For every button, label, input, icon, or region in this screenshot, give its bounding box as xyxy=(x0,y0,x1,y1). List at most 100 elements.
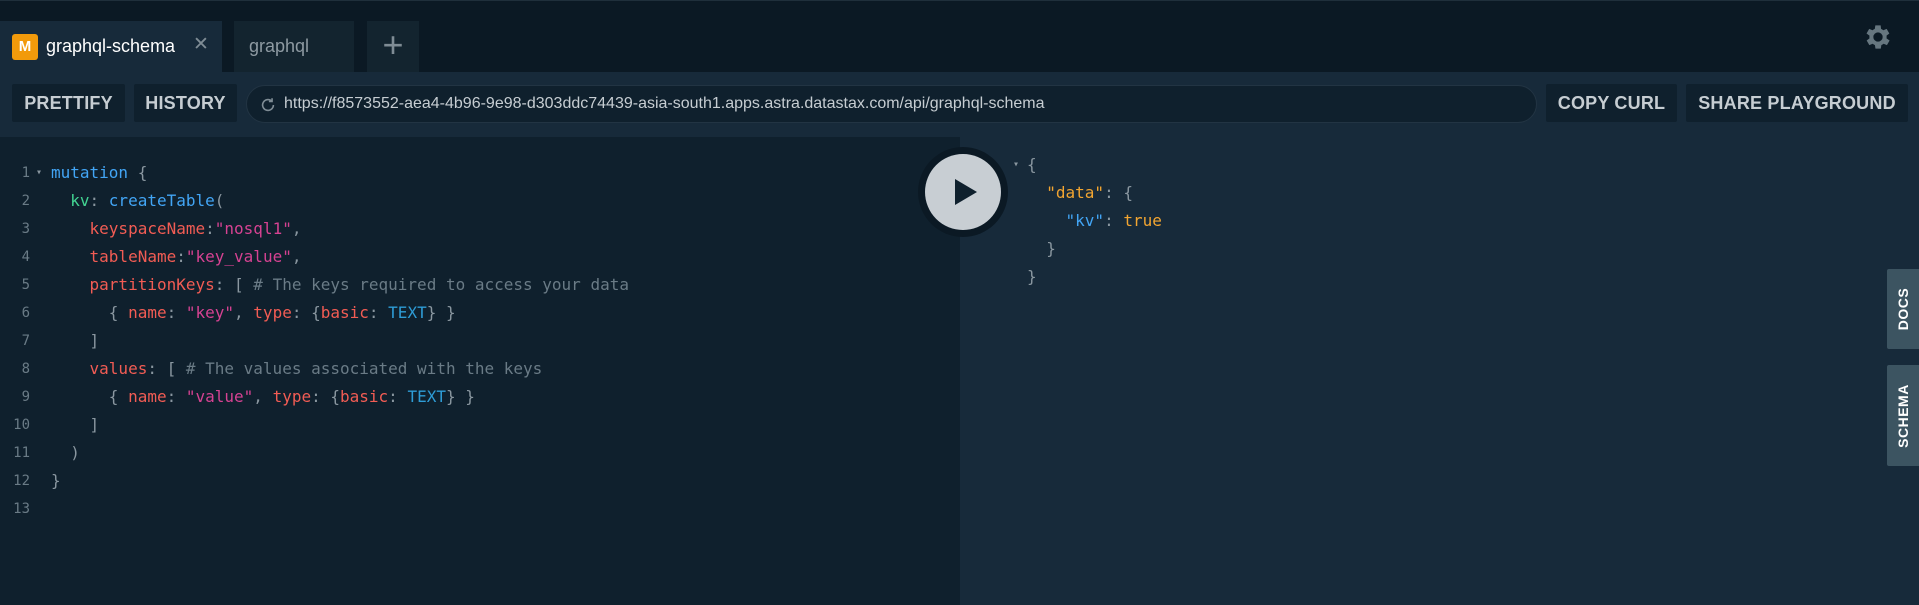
schema-tab[interactable]: SCHEMA xyxy=(1887,365,1919,466)
gear-icon[interactable] xyxy=(1862,21,1894,53)
code-token: basic xyxy=(320,303,369,322)
tab-badge: M xyxy=(12,34,38,60)
tab-graphql[interactable]: graphql xyxy=(234,21,354,73)
code-token: basic xyxy=(340,387,389,406)
code-token: values xyxy=(89,359,148,378)
code-token: : { xyxy=(311,387,340,406)
line-number: 12 xyxy=(13,473,30,489)
add-tab-button[interactable]: + xyxy=(367,21,419,73)
toolbar: PRETTIFY HISTORY https://f8573552-aea4-4… xyxy=(0,72,1919,137)
code-token: : xyxy=(388,387,408,406)
result-text: "data": { xyxy=(1027,179,1133,207)
code-token: : xyxy=(166,303,186,322)
result-text: { xyxy=(1027,151,1037,179)
line-number: 1 xyxy=(21,165,30,181)
code-token: , xyxy=(291,247,302,266)
line-number: 5 xyxy=(21,277,30,293)
code-text: tableName:"key_value", xyxy=(51,243,302,271)
code-text: partitionKeys: [ # The keys required to … xyxy=(51,271,629,299)
code-token: } xyxy=(1027,267,1037,286)
prettify-button[interactable]: PRETTIFY xyxy=(12,84,125,122)
tab-bar: M graphql-schema ✕ graphql + xyxy=(0,0,1919,73)
code-token: : xyxy=(368,303,389,322)
code-text: ] xyxy=(51,411,100,439)
code-token: : [ xyxy=(147,359,186,378)
line-number: 10 xyxy=(13,417,30,433)
docs-tab[interactable]: DOCS xyxy=(1887,269,1919,349)
line-number: 2 xyxy=(21,193,30,209)
code-token: , xyxy=(253,387,273,406)
line-number: 4 xyxy=(21,249,30,265)
line-number: 9 xyxy=(21,389,30,405)
tab-graphql-schema[interactable]: M graphql-schema ✕ xyxy=(0,21,222,73)
share-playground-button[interactable]: SHARE PLAYGROUND xyxy=(1686,84,1908,122)
code-token: ) xyxy=(51,443,80,462)
close-icon[interactable]: ✕ xyxy=(193,35,209,55)
code-token: kv xyxy=(70,191,90,210)
endpoint-url-input[interactable]: https://f8573552-aea4-4b96-9e98-d303ddc7… xyxy=(246,85,1537,123)
code-text: ) xyxy=(51,439,80,467)
code-token: # The values associated with the keys xyxy=(185,359,543,378)
line-number: 8 xyxy=(21,361,30,377)
code-token: "kv" xyxy=(1065,211,1105,230)
line-number: 13 xyxy=(13,501,30,517)
code-token: } xyxy=(51,471,61,490)
line-number: 7 xyxy=(21,333,30,349)
copy-curl-button[interactable]: COPY CURL xyxy=(1546,84,1677,122)
code-token: type xyxy=(253,303,292,322)
fold-arrow-icon[interactable]: ▾ xyxy=(1013,151,1019,179)
line-number: 3 xyxy=(21,221,30,237)
code-text: { name: "value", type: {basic: TEXT} } xyxy=(51,383,475,411)
code-token: mutation xyxy=(51,163,129,182)
result-text: } xyxy=(1027,235,1056,263)
code-text: keyspaceName:"nosql1", xyxy=(51,215,302,243)
code-token: "value" xyxy=(185,387,254,406)
code-text: values: [ # The values associated with t… xyxy=(51,355,543,383)
code-token: "key_value" xyxy=(185,247,292,266)
endpoint-url-text: https://f8573552-aea4-4b96-9e98-d303ddc7… xyxy=(284,95,1045,112)
code-token: , xyxy=(234,303,254,322)
code-token: } } xyxy=(426,303,456,322)
code-token: } } xyxy=(445,387,475,406)
result-text: "kv": true xyxy=(1027,207,1162,235)
code-text: ] xyxy=(51,327,100,355)
fold-arrow-icon[interactable]: ▾ xyxy=(36,159,42,187)
code-token: TEXT xyxy=(388,303,427,322)
code-token: : xyxy=(176,247,186,266)
query-editor[interactable]: 1 ▾ mutation {2 kv: createTable(3 keyspace… xyxy=(0,137,960,605)
docs-tab-label: DOCS xyxy=(1895,287,1911,331)
code-token: type xyxy=(272,387,312,406)
reload-icon[interactable] xyxy=(259,96,277,114)
code-token: "key" xyxy=(185,303,235,322)
code-token: ] xyxy=(51,415,100,434)
code-text: { name: "key", type: {basic: TEXT} } xyxy=(51,299,456,327)
result-text: } xyxy=(1027,263,1037,291)
code-text: mutation { xyxy=(51,159,147,187)
history-button[interactable]: HISTORY xyxy=(134,84,237,122)
code-token: , xyxy=(291,219,302,238)
code-token: name xyxy=(128,303,167,322)
code-token: : { xyxy=(291,303,321,322)
code-token: ] xyxy=(51,331,100,350)
code-token: TEXT xyxy=(407,387,446,406)
tab-title: graphql xyxy=(249,36,310,56)
code-token: : [ xyxy=(214,275,254,294)
code-token: { xyxy=(51,387,129,406)
run-query-button[interactable] xyxy=(925,154,1001,230)
code-token: { xyxy=(51,303,129,322)
code-token: keyspaceName xyxy=(89,219,206,238)
code-token: true xyxy=(1123,211,1162,230)
result-pane: ▾ { "data": { "kv": true }} xyxy=(960,137,1919,605)
code-token: name xyxy=(128,387,167,406)
line-number: 6 xyxy=(21,305,30,321)
code-token: # The keys required to access your data xyxy=(253,275,629,294)
code-token: "nosql1" xyxy=(214,219,292,238)
play-icon xyxy=(955,179,977,205)
